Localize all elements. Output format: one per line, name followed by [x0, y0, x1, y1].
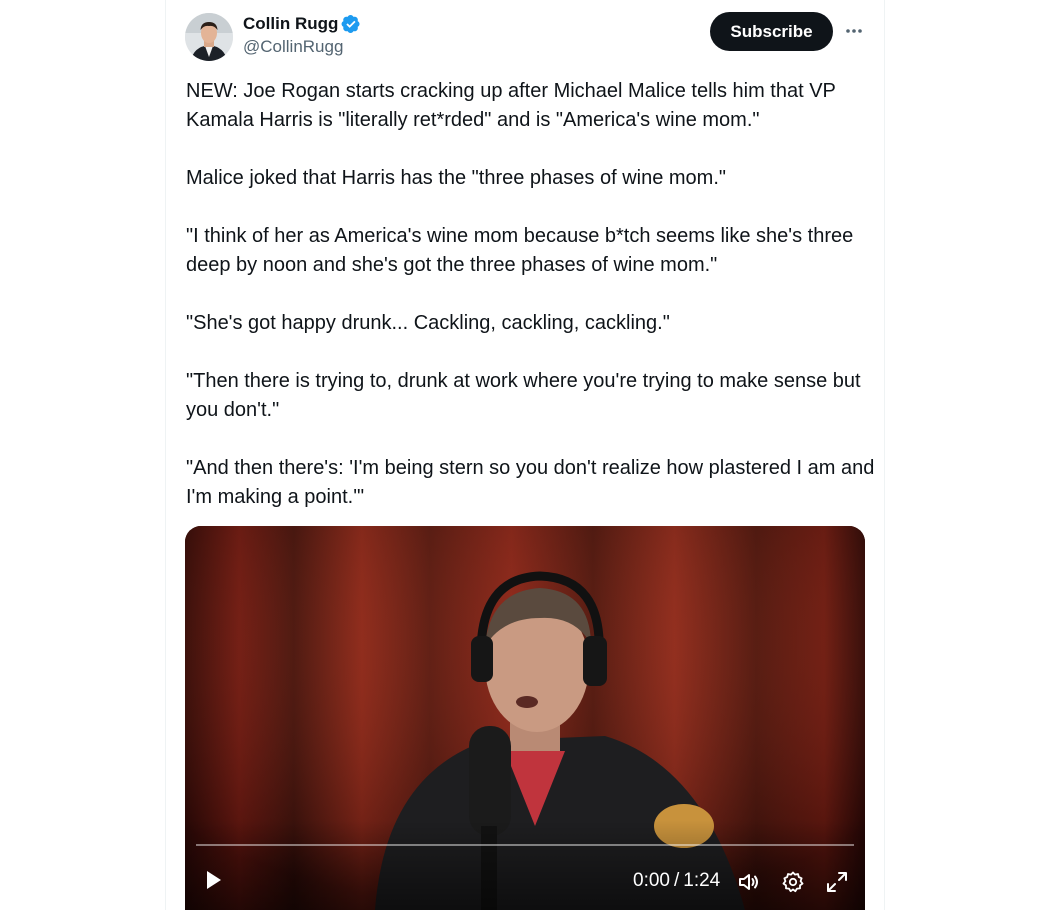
verified-badge-icon	[341, 14, 361, 34]
time-display: 0:00 / 1:24	[633, 869, 720, 893]
display-name-row: Collin Rugg	[243, 12, 361, 36]
controls-overlay	[185, 820, 865, 910]
video-player[interactable]: 0:00 / 1:24	[185, 526, 865, 910]
tweet-paragraph: "I think of her as America's wine mom be…	[186, 225, 854, 276]
tweet-text: NEW: Joe Rogan starts cracking up after …	[186, 77, 876, 541]
play-icon	[207, 871, 221, 889]
time-separator: /	[673, 870, 680, 891]
avatar[interactable]	[185, 13, 233, 61]
display-name[interactable]: Collin Rugg	[243, 14, 338, 34]
fullscreen-icon	[827, 872, 847, 892]
author-block: Collin Rugg @CollinRugg	[243, 12, 361, 57]
settings-button[interactable]	[780, 869, 806, 895]
fullscreen-button[interactable]	[824, 869, 850, 895]
tweet-paragraph: Malice joked that Harris has the "three …	[186, 167, 726, 189]
play-button[interactable]	[199, 866, 227, 894]
tweet-paragraph: NEW: Joe Rogan starts cracking up after …	[186, 80, 836, 131]
page: Collin Rugg @CollinRugg Subscribe NEW: J…	[0, 0, 1050, 910]
current-time: 0:00	[633, 870, 670, 891]
tweet-paragraph: "And then there's: 'I'm being stern so y…	[186, 457, 875, 508]
tweet-paragraph: "She's got happy drunk... Cackling, cack…	[186, 312, 670, 334]
volume-icon	[739, 874, 758, 890]
column-divider-right	[884, 0, 885, 910]
more-horizontal-icon	[846, 29, 862, 33]
more-options-button[interactable]	[842, 19, 866, 43]
progress-bar[interactable]	[196, 844, 854, 846]
tweet: Collin Rugg @CollinRugg Subscribe NEW: J…	[166, 0, 884, 910]
subscribe-button[interactable]: Subscribe	[710, 12, 833, 51]
tweet-paragraph: "Then there is trying to, drunk at work …	[186, 370, 861, 421]
handle[interactable]: @CollinRugg	[243, 37, 361, 57]
duration: 1:24	[683, 870, 721, 891]
settings-icon	[782, 871, 804, 893]
volume-button[interactable]	[736, 869, 762, 895]
